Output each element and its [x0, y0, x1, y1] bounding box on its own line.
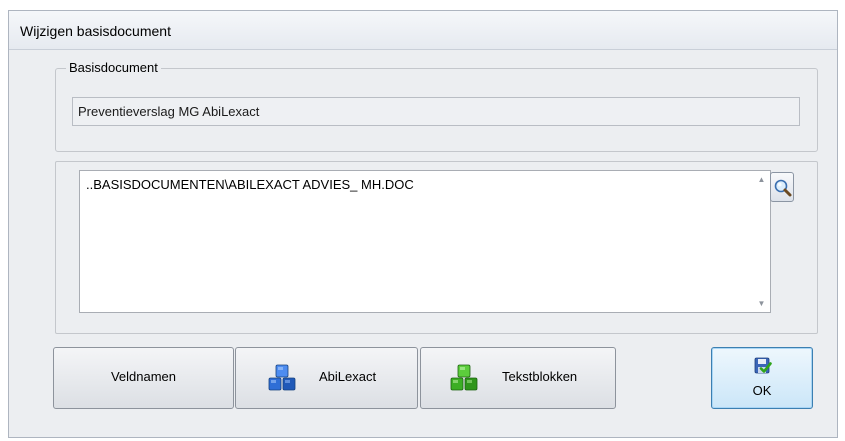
title-bar[interactable]: Wijzigen basisdocument	[9, 11, 837, 50]
abilexact-label: AbiLexact	[319, 369, 377, 384]
path-panel: ..BASISDOCUMENTEN\ABILEXACT ADVIES_ MH.D…	[55, 161, 818, 334]
blue-cubes-icon	[268, 364, 296, 391]
scroll-down-arrow-icon[interactable]: ▼	[753, 295, 770, 312]
window-title: Wijzigen basisdocument	[20, 23, 171, 39]
abilexact-button[interactable]: AbiLexact	[235, 347, 418, 409]
tekstblokken-button[interactable]: Tekstblokken	[420, 347, 616, 409]
scroll-up-arrow-icon[interactable]: ▲	[753, 171, 770, 188]
tekstblokken-label: Tekstblokken	[502, 369, 578, 384]
basisdocument-name-field: Preventieverslag MG AbiLexact	[72, 97, 800, 126]
basisdocument-group: Basisdocument Preventieverslag MG AbiLex…	[55, 60, 818, 152]
magnifier-icon	[774, 179, 792, 197]
dialog-window: Wijzigen basisdocument Basisdocument Pre…	[8, 10, 838, 438]
green-cubes-icon	[450, 364, 478, 391]
veldnamen-label: Veldnamen	[110, 369, 177, 384]
veldnamen-button[interactable]: Veldnamen	[53, 347, 234, 409]
document-path-textarea[interactable]: ..BASISDOCUMENTEN\ABILEXACT ADVIES_ MH.D…	[79, 170, 771, 313]
ok-button[interactable]: OK	[711, 347, 813, 409]
basisdocument-legend: Basisdocument	[66, 60, 161, 75]
dialog-content: Basisdocument Preventieverslag MG AbiLex…	[9, 50, 837, 437]
ok-label: OK	[752, 383, 772, 398]
vertical-scrollbar[interactable]: ▲ ▼	[753, 171, 770, 312]
save-check-icon	[754, 357, 772, 374]
browse-button[interactable]	[770, 172, 794, 202]
document-path-text: ..BASISDOCUMENTEN\ABILEXACT ADVIES_ MH.D…	[86, 177, 414, 192]
